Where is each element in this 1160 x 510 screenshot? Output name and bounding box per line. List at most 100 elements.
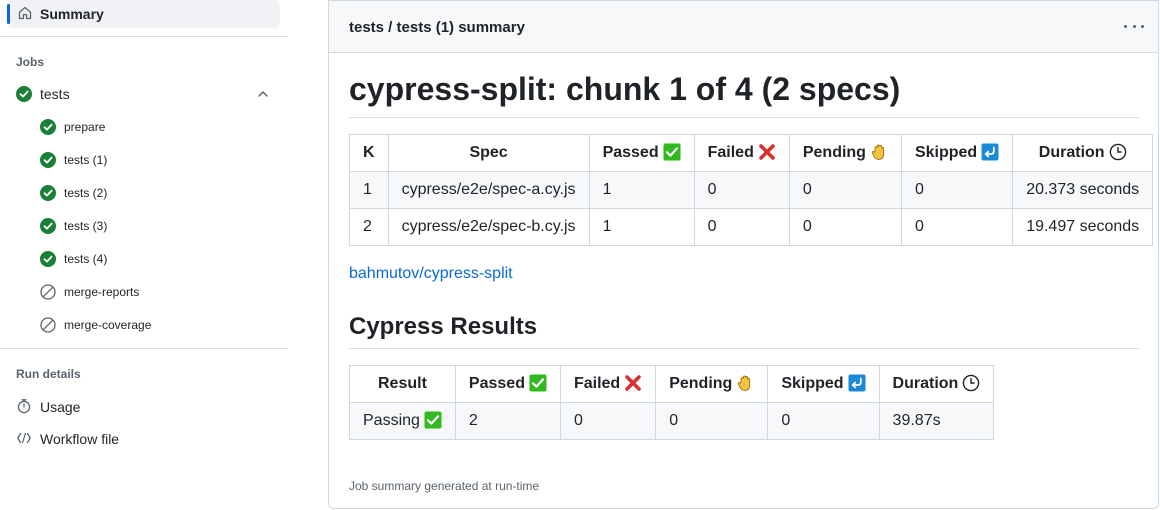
column-header-pending: Pending [788, 134, 902, 172]
spec-table: K Spec Passed Failed Pending Skipped Dur… [349, 134, 1154, 246]
pending-cell: 0 [788, 171, 902, 209]
sidebar-subjob-item[interactable]: tests (1) [40, 149, 280, 171]
table-row: 2 cypress/e2e/spec-b.cy.js 1 0 0 0 19.497 seco… [349, 208, 1154, 246]
sidebar-subjob-item[interactable]: tests (2) [40, 182, 280, 204]
column-header-k: K [349, 134, 389, 172]
subjob-name: prepare [64, 120, 106, 134]
failed-cell: 0 [693, 208, 790, 246]
subjob-name: tests (3) [64, 219, 108, 233]
sidebar-item-usage[interactable]: Usage [16, 395, 276, 417]
cross-mark-icon [759, 144, 775, 160]
column-header-skipped: Skipped [900, 134, 1014, 172]
column-header-failed: Failed [559, 365, 657, 403]
column-header-duration: Duration [878, 365, 995, 403]
card-title: tests / tests (1) summary [349, 19, 525, 36]
card-header: tests / tests (1) summary [329, 1, 1158, 53]
column-header-failed: Failed [693, 134, 790, 172]
sidebar-divider [0, 348, 288, 349]
heading-rule [349, 117, 1139, 118]
passed-cell: 2 [454, 402, 561, 440]
check-circle-icon [40, 119, 56, 135]
spec-cell: cypress/e2e/spec-b.cy.js [387, 208, 590, 246]
clock-icon [1109, 143, 1126, 161]
results-rule [349, 348, 1139, 349]
sidebar-subjob-item[interactable]: merge-coverage [40, 314, 280, 336]
run-details-section-title: Run details [16, 367, 81, 381]
subjob-name: tests (1) [64, 153, 108, 167]
table-header-row: K Spec Passed Failed Pending Skipped Dur… [349, 134, 1154, 172]
sidebar-divider [0, 36, 288, 37]
failed-cell: 0 [693, 171, 790, 209]
skipped-cell: 0 [900, 208, 1014, 246]
column-header-passed: Passed [454, 365, 561, 403]
subjob-name: tests (2) [64, 186, 108, 200]
sidebar-subjob-item[interactable]: merge-reports [40, 281, 280, 303]
sidebar: Summary Jobs tests prepare tests (1) tests… [0, 0, 288, 510]
skip-circle-icon [40, 284, 56, 300]
check-mark-button-icon [529, 374, 547, 392]
active-indicator [7, 4, 10, 24]
sidebar-item-label: Workflow file [40, 431, 120, 447]
subjob-name: merge-coverage [64, 318, 152, 332]
return-arrow-icon [981, 143, 999, 161]
sidebar-subjob-item[interactable]: tests (3) [40, 215, 280, 237]
kebab-menu-icon[interactable] [1124, 17, 1144, 35]
repo-link[interactable]: bahmutov/cypress-split [349, 265, 513, 283]
index-cell: 1 [349, 171, 389, 209]
result-cell: Passing [349, 402, 456, 440]
column-header-pending: Pending [655, 365, 769, 403]
skipped-cell: 0 [767, 402, 880, 440]
job-summary-card: tests / tests (1) summary cypress-split:… [328, 0, 1159, 509]
table-header-row: Result Passed Failed Pending Skipped Dur… [349, 365, 995, 403]
spec-cell: cypress/e2e/spec-a.cy.js [387, 171, 590, 209]
passed-cell: 1 [588, 171, 695, 209]
check-circle-icon [40, 218, 56, 234]
table-row: Passing 2 0 0 0 39.87s [349, 402, 995, 440]
duration-cell: 20.373 seconds [1012, 171, 1154, 209]
column-header-skipped: Skipped [767, 365, 880, 403]
job-name: tests [40, 86, 70, 102]
home-icon [18, 6, 32, 20]
raised-hand-icon [871, 144, 885, 160]
failed-cell: 0 [559, 402, 657, 440]
column-header-passed: Passed [588, 134, 695, 172]
column-header-result: Result [349, 365, 456, 403]
sidebar-job-tests[interactable]: tests [16, 82, 280, 106]
check-circle-icon [16, 86, 32, 102]
table-row: 1 cypress/e2e/spec-a.cy.js 1 0 0 0 20.373 seco… [349, 171, 1154, 209]
duration-cell: 19.497 seconds [1012, 208, 1154, 246]
pending-cell: 0 [655, 402, 769, 440]
sidebar-subjob-item[interactable]: prepare [40, 116, 280, 138]
column-header-spec: Spec [387, 134, 590, 172]
pending-cell: 0 [788, 208, 902, 246]
skipped-cell: 0 [900, 171, 1014, 209]
duration-cell: 39.87s [878, 402, 995, 440]
footer-note: Job summary generated at run-time [349, 479, 540, 493]
check-circle-icon [40, 152, 56, 168]
column-header-duration: Duration [1012, 134, 1154, 172]
index-cell: 2 [349, 208, 389, 246]
passed-cell: 1 [588, 208, 695, 246]
sidebar-item-summary[interactable]: Summary [7, 0, 280, 28]
subjob-name: merge-reports [64, 285, 140, 299]
subjob-name: tests (4) [64, 252, 108, 266]
file-code-icon [17, 432, 31, 444]
check-circle-icon [40, 251, 56, 267]
results-heading: Cypress Results [349, 313, 538, 340]
sidebar-item-label: Usage [40, 399, 81, 415]
chevron-up-icon[interactable] [256, 87, 270, 101]
stopwatch-icon [17, 399, 31, 414]
sidebar-item-label: Summary [40, 6, 104, 22]
summary-heading: cypress-split: chunk 1 of 4 (2 specs) [349, 71, 901, 107]
raised-hand-icon [738, 375, 751, 391]
check-mark-button-icon [424, 411, 442, 429]
skip-circle-icon [40, 317, 56, 333]
return-arrow-icon [848, 374, 866, 392]
clock-icon [963, 374, 980, 392]
sidebar-subjob-item[interactable]: tests (4) [40, 248, 280, 270]
jobs-section-title: Jobs [16, 55, 45, 69]
sidebar-item-workflow-file[interactable]: Workflow file [16, 427, 276, 449]
results-table: Result Passed Failed Pending Skipped Dur… [349, 365, 995, 440]
check-circle-icon [40, 185, 56, 201]
check-mark-button-icon [663, 143, 681, 161]
